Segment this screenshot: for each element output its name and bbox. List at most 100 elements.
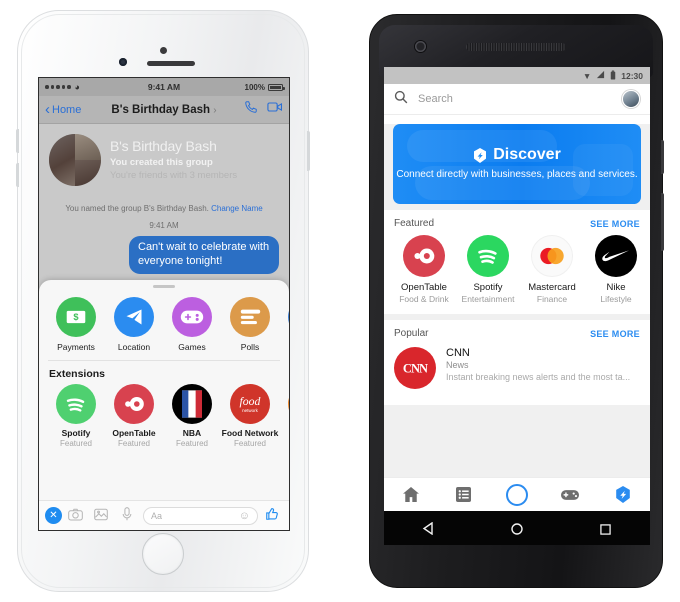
camera-icon[interactable]	[62, 508, 88, 524]
earpiece-speaker	[147, 61, 195, 66]
wifi-triangle-icon	[596, 70, 605, 81]
popular-see-more-link[interactable]: SEE MORE	[590, 329, 640, 339]
featured-item-nike[interactable]: Nike Lifestyle	[584, 235, 648, 304]
featured-name: Spotify	[473, 282, 503, 293]
message-input[interactable]: Aa ☺	[143, 506, 258, 525]
quick-action-label: Games	[178, 341, 206, 352]
featured-item-opentable[interactable]: OpenTable Food & Drink	[392, 235, 456, 304]
video-camera-icon[interactable]	[267, 100, 283, 119]
food-network-icon: food network	[230, 383, 270, 424]
extension-food-network[interactable]: food network Food Network Featured	[221, 383, 279, 448]
featured-row: OpenTable Food & Drink Spotify Entertain…	[384, 235, 650, 314]
search-icon	[394, 90, 408, 109]
featured-section-header: Featured SEE MORE	[384, 210, 650, 235]
recents-square-icon[interactable]	[599, 522, 612, 535]
battery-icon	[268, 83, 285, 91]
screenshot-stage: ◕ 9:41 AM 100% ‹ Home B's Birthday Bash …	[0, 0, 680, 602]
extension-tag: Featured	[117, 439, 151, 449]
extension-nba[interactable]: NBA Featured	[163, 383, 221, 448]
tab-games[interactable]	[550, 482, 590, 508]
earpiece-speaker	[466, 43, 566, 51]
extensions-heading: Extensions	[49, 367, 106, 380]
spotify-icon	[467, 235, 509, 277]
thread-title: B's Birthday Bash	[110, 138, 217, 154]
cnn-icon: CNN	[394, 347, 436, 389]
iphone-home-button[interactable]	[142, 533, 184, 575]
chevron-right-icon: ›	[213, 104, 217, 116]
ios-clock: 9:41 AM	[147, 82, 181, 92]
popular-next-item-stub	[384, 399, 650, 405]
featured-name: OpenTable	[401, 282, 447, 293]
tab-home[interactable]	[391, 482, 431, 508]
extensions-drawer: $ Payments Location Games Polls Extensio…	[39, 280, 289, 530]
featured-heading: Featured	[394, 218, 435, 229]
smiley-icon[interactable]: ☺	[239, 510, 250, 522]
ios-nav-actions	[244, 100, 283, 119]
iphone-screen: ◕ 9:41 AM 100% ‹ Home B's Birthday Bash …	[38, 77, 290, 531]
tab-camera[interactable]	[497, 482, 537, 508]
android-volume-button[interactable]	[661, 193, 664, 251]
opentable-icon	[403, 235, 445, 277]
change-name-link[interactable]: Change Name	[211, 204, 263, 213]
featured-category: Food & Drink	[399, 294, 449, 304]
svg-text:CNN: CNN	[403, 361, 428, 375]
extension-name: NBA	[182, 427, 202, 438]
featured-see-more-link[interactable]: SEE MORE	[590, 219, 640, 229]
mastercard-icon	[531, 235, 573, 277]
extension-opentable[interactable]: OpenTable Featured	[105, 383, 163, 449]
nike-swoosh-icon	[595, 235, 637, 277]
nba-icon	[172, 383, 212, 424]
thread-header-text: B's Birthday Bash You created this group…	[110, 134, 237, 181]
quick-action-label: Polls	[240, 341, 260, 352]
photo-icon[interactable]	[88, 508, 114, 524]
quick-action-payments[interactable]: $ Payments	[47, 296, 105, 352]
iphone-volume-up-button[interactable]	[16, 129, 19, 153]
android-status-bar: ▼ 12:30	[384, 67, 650, 84]
tab-list[interactable]	[444, 482, 484, 508]
search-bar[interactable]: Search	[384, 84, 650, 115]
featured-name: Mastercard	[528, 282, 576, 293]
quick-action-location[interactable]: Location	[105, 296, 163, 352]
group-avatar[interactable]	[49, 134, 101, 186]
extension-tag: Featured	[59, 439, 93, 449]
featured-category: Lifestyle	[600, 294, 632, 304]
home-circle-icon[interactable]	[511, 522, 523, 535]
front-camera-icon	[415, 41, 426, 52]
android-clock: 12:30	[621, 70, 643, 81]
thumbs-up-icon[interactable]	[261, 507, 283, 524]
extension-spotify[interactable]: Spotify Featured	[47, 383, 105, 449]
profile-avatar[interactable]	[622, 90, 640, 108]
signal-triangle-icon: ▼	[582, 70, 592, 81]
popular-item-cnn[interactable]: CNN CNN News Instant breaking news alert…	[384, 345, 650, 399]
discover-hex-icon	[473, 147, 487, 163]
extension-partial[interactable]	[279, 383, 289, 449]
quick-action-polls[interactable]: Polls	[221, 296, 279, 352]
iphone-power-button[interactable]	[307, 131, 310, 171]
system-note-text: You named the group B's Birthday Bash.	[65, 204, 209, 213]
popular-description: Instant breaking news alerts and the mos…	[446, 372, 631, 382]
paper-plane-icon	[114, 296, 154, 337]
discover-banner[interactable]: Discover Connect directly with businesse…	[393, 124, 641, 204]
android-power-button[interactable]	[661, 140, 664, 174]
search-input-placeholder: Search	[418, 93, 453, 105]
thread-subtitle: You created this group	[110, 157, 213, 168]
svg-text:network: network	[242, 408, 259, 413]
outgoing-message-bubble[interactable]: Can't wait to celebrate with everyone to…	[129, 236, 279, 274]
quick-action-games[interactable]: Games	[163, 296, 221, 352]
extension-name: Food Network	[221, 427, 279, 438]
quick-actions-row: $ Payments Location Games Polls	[39, 288, 289, 358]
microphone-icon[interactable]	[114, 507, 140, 524]
quick-action-more[interactable]	[279, 296, 289, 352]
close-circle-icon[interactable]: ✕	[45, 507, 62, 524]
featured-item-spotify[interactable]: Spotify Entertainment	[456, 235, 520, 304]
quick-action-label: Location	[117, 341, 151, 352]
tab-discover[interactable]	[603, 482, 643, 508]
android-device: ▼ 12:30 Search Discover Connect directly…	[369, 14, 664, 588]
quick-action-label: Payments	[57, 341, 95, 352]
message-composer: ✕ Aa ☺	[39, 500, 289, 530]
back-triangle-icon[interactable]	[422, 521, 434, 536]
iphone-volume-down-button[interactable]	[16, 163, 19, 187]
featured-item-mastercard[interactable]: Mastercard Finance	[520, 235, 584, 304]
message-timestamp: 9:41 AM	[149, 221, 179, 230]
phone-icon[interactable]	[244, 100, 258, 119]
